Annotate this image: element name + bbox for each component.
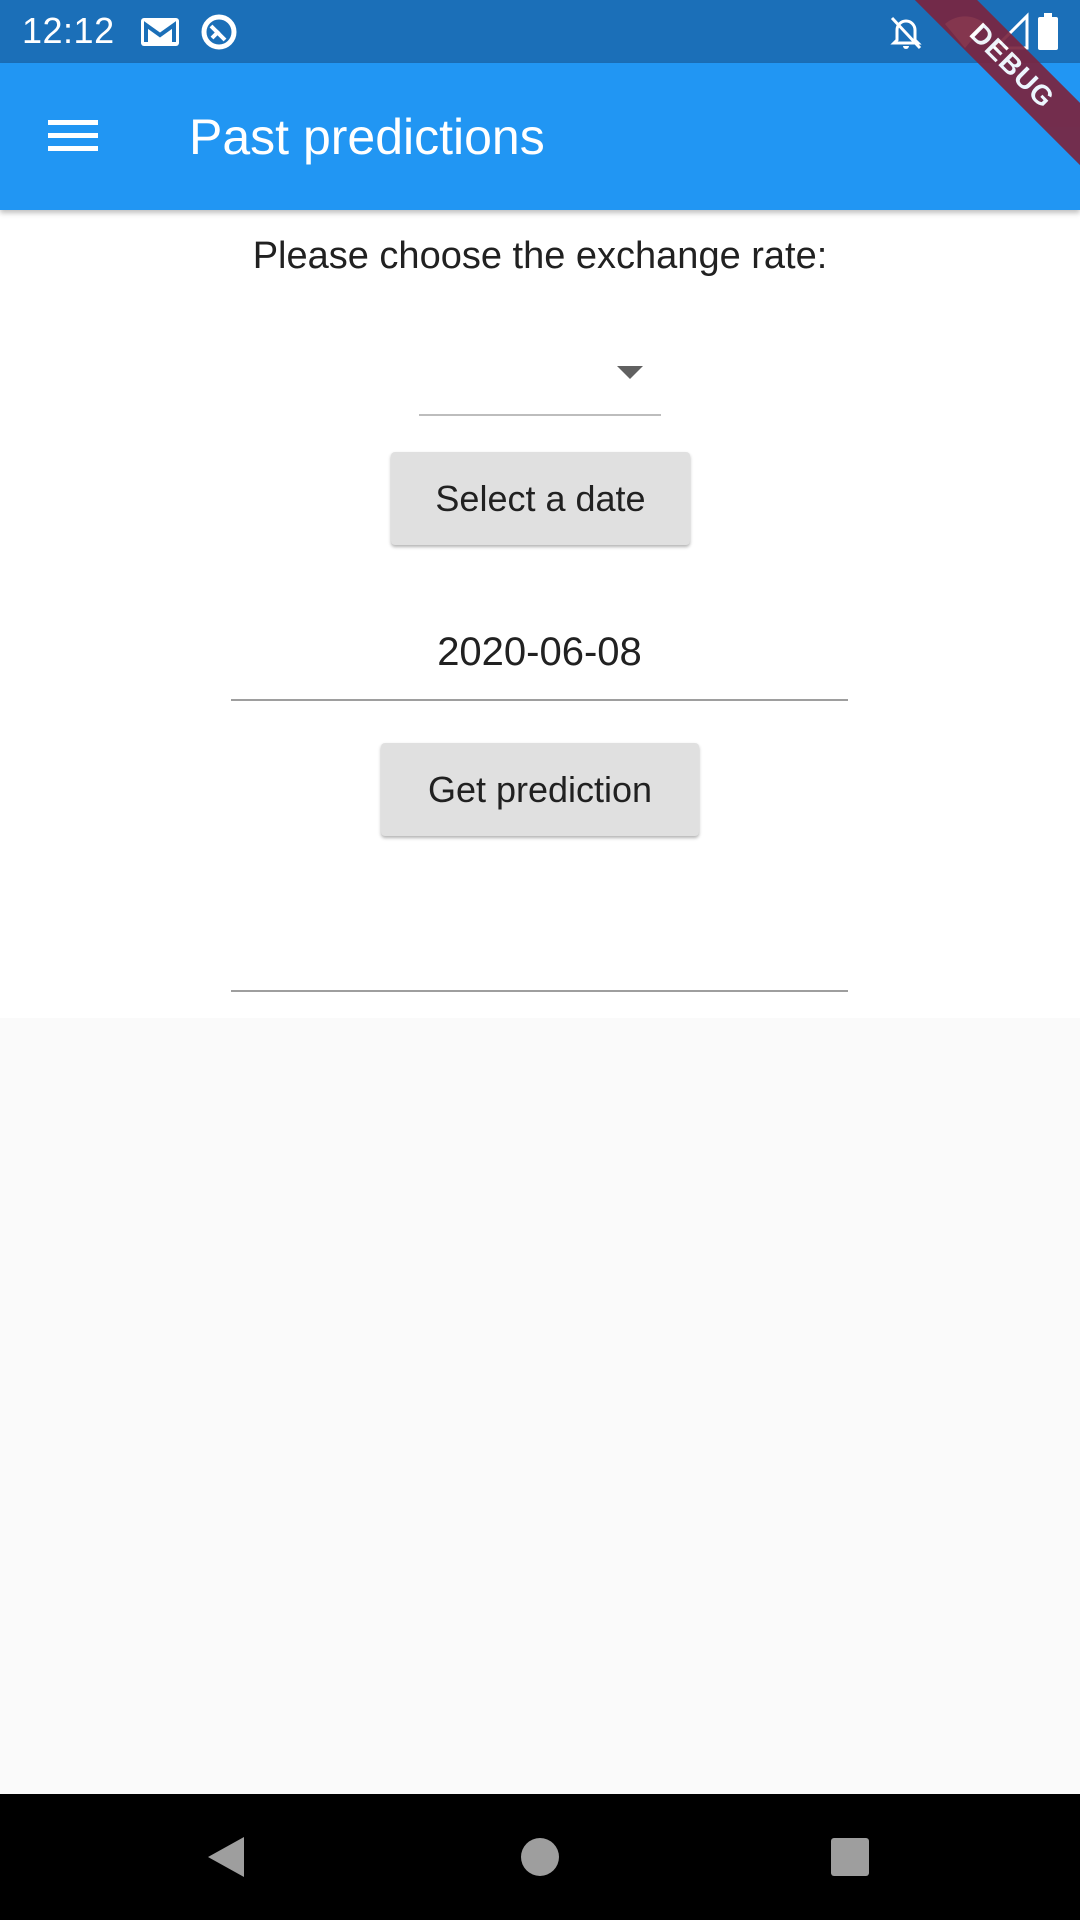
wifi-icon bbox=[943, 12, 985, 52]
signal-icon bbox=[991, 12, 1031, 52]
get-prediction-button[interactable]: Get prediction bbox=[381, 743, 699, 836]
prediction-result-field[interactable] bbox=[231, 894, 848, 992]
back-icon[interactable] bbox=[196, 1827, 256, 1887]
dropdown-arrow-icon bbox=[617, 366, 643, 379]
prediction-form: Please choose the exchange rate: Select … bbox=[0, 210, 1080, 1018]
app-screen: 12:12 DEBUG Past predictions Please choo… bbox=[0, 0, 1080, 1920]
page-title: Past predictions bbox=[189, 109, 545, 165]
battery-icon bbox=[1036, 12, 1076, 52]
hamburger-menu-icon[interactable] bbox=[28, 96, 118, 176]
status-time: 12:12 bbox=[22, 10, 115, 51]
navigation-bar bbox=[0, 1794, 1080, 1920]
date-value: 2020-06-08 bbox=[437, 630, 642, 674]
gmail-icon bbox=[139, 12, 179, 52]
home-icon[interactable] bbox=[510, 1827, 570, 1887]
exchange-rate-dropdown[interactable] bbox=[419, 340, 661, 416]
date-field[interactable]: 2020-06-08 bbox=[231, 605, 848, 701]
notifications-off-icon bbox=[886, 12, 926, 52]
recents-icon[interactable] bbox=[820, 1827, 880, 1887]
exchange-rate-prompt: Please choose the exchange rate: bbox=[252, 235, 828, 277]
select-date-button[interactable]: Select a date bbox=[391, 452, 690, 545]
sync-icon bbox=[199, 12, 239, 52]
app-bar: Past predictions bbox=[0, 63, 1080, 210]
status-bar: 12:12 bbox=[0, 0, 1080, 63]
